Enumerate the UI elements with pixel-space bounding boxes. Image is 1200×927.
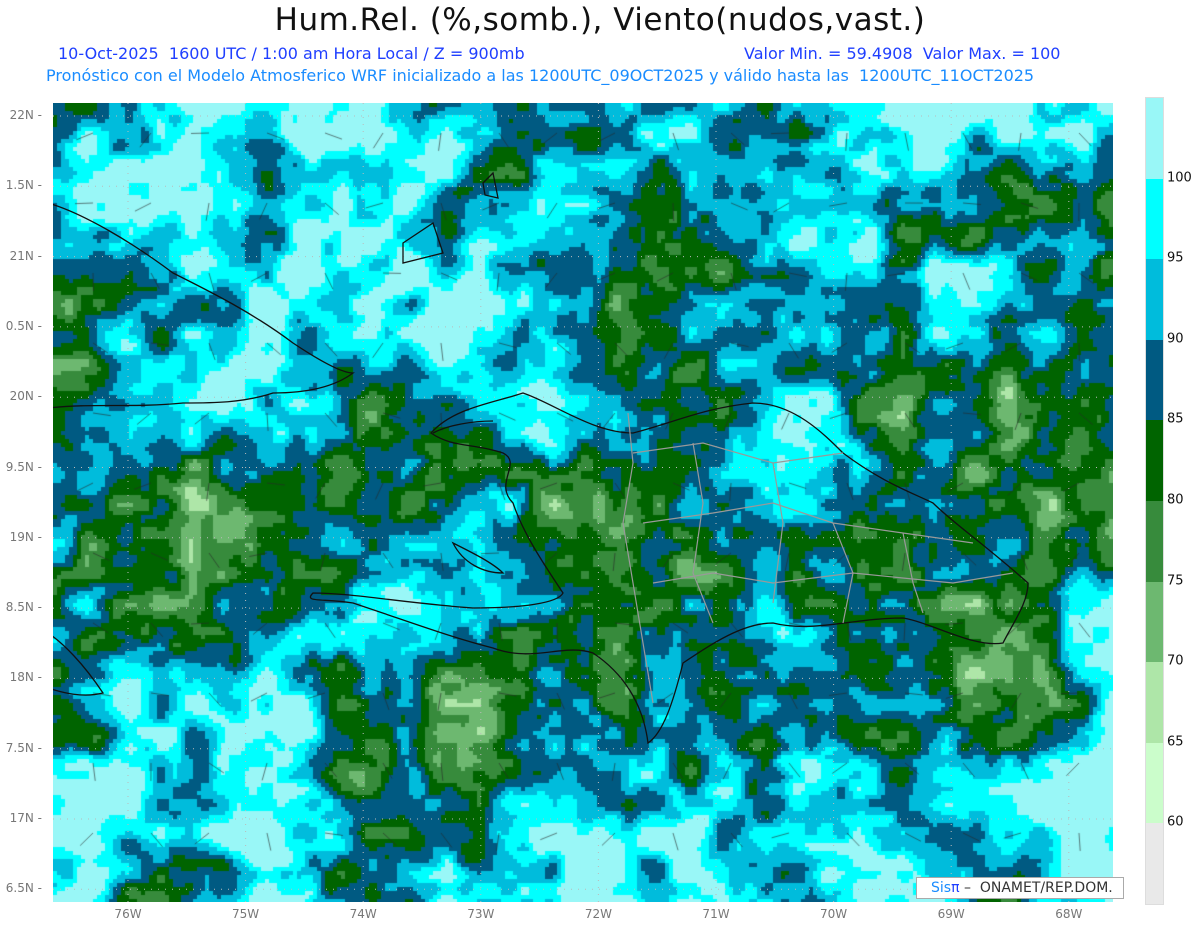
colorbar-bin	[1146, 420, 1163, 501]
colorbar-bin	[1146, 662, 1163, 743]
colorbar-bin	[1146, 823, 1163, 904]
lat-label: 20N -	[9, 389, 42, 404]
lon-label: 73W	[467, 907, 495, 921]
lat-label: 17N -	[9, 811, 42, 825]
lon-label: 76W	[114, 907, 142, 921]
colorbar-label: 60	[1167, 814, 1184, 830]
coastlines	[53, 171, 1029, 745]
coastline-hispaniola	[309, 392, 1029, 745]
credit-text: – ONAMET/REP.DOM.	[959, 880, 1113, 896]
colorbar-bin	[1146, 581, 1163, 663]
colorbar-label: 70	[1167, 653, 1184, 669]
lat-label: 9.5N -	[5, 459, 42, 474]
value-range-label: Valor Min. = 59.4908 Valor Max. = 100	[744, 44, 1061, 63]
coastline-bahamas-1	[402, 221, 444, 264]
colorbar-bin	[1146, 501, 1163, 582]
lat-label: 6.5N -	[5, 881, 42, 896]
lon-label: 69W	[937, 907, 965, 921]
colorbar-label: 80	[1167, 492, 1184, 508]
lat-label: 8.5N -	[5, 600, 42, 615]
colorbar-bin	[1146, 339, 1163, 421]
lat-label: 0.5N -	[5, 318, 42, 333]
map-title: Hum.Rel. (%,somb.), Viento(nudos,vast.)	[274, 2, 926, 38]
colorbar-label: 85	[1167, 411, 1184, 427]
lon-label: 70W	[820, 907, 848, 921]
colorbar-label: 65	[1167, 734, 1184, 750]
colorbar-bin	[1146, 98, 1163, 179]
colorbar-bin	[1146, 742, 1163, 824]
coastline-cuba	[53, 203, 355, 409]
lat-label: 21N -	[9, 248, 42, 263]
lon-label: 68W	[1055, 907, 1083, 921]
colorbar-bin	[1146, 178, 1163, 260]
credit-box: Sisπ – ONAMET/REP.DOM.	[916, 877, 1124, 899]
credit-sis: Sis	[931, 880, 952, 896]
colorbar-label: 95	[1167, 250, 1184, 266]
colorbar-label: 100	[1167, 170, 1192, 186]
coastline-jamaica	[53, 635, 105, 696]
map-overlay	[53, 103, 1113, 902]
lat-label: 1.5N -	[5, 178, 42, 193]
coastline-gonave	[451, 541, 505, 574]
colorbar-bin	[1146, 259, 1163, 340]
province-borders	[622, 412, 1014, 704]
lat-label: 22N -	[9, 108, 42, 122]
colorbar-label: 90	[1167, 331, 1184, 347]
colorbar	[1145, 97, 1164, 905]
credit-pi: π	[951, 880, 960, 896]
lon-label: 75W	[232, 907, 260, 921]
lon-label: 71W	[702, 907, 730, 921]
colorbar-label: 75	[1167, 573, 1184, 589]
model-info-label: Pronóstico con el Modelo Atmosferico WRF…	[46, 66, 1035, 85]
lon-label: 74W	[349, 907, 377, 921]
lat-label: 18N -	[9, 670, 42, 685]
graticule	[53, 103, 1113, 902]
lon-label: 72W	[584, 907, 612, 921]
lat-label: 7.5N -	[5, 740, 42, 755]
lat-label: 19N -	[9, 529, 42, 544]
valid-time-label: 10-Oct-2025 1600 UTC / 1:00 am Hora Loca…	[58, 44, 525, 63]
coastline-bahamas-2	[482, 171, 499, 199]
humidity-map	[53, 103, 1113, 902]
